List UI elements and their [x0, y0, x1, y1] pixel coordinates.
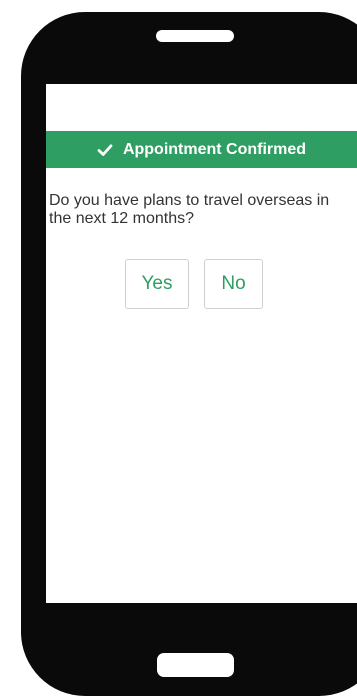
no-button[interactable]: No: [204, 259, 263, 309]
stage: Appointment Confirmed Do you have plans …: [0, 0, 357, 696]
speaker-slot: [156, 30, 234, 42]
check-icon: [97, 143, 113, 156]
question-text: Do you have plans to travel overseas in …: [49, 192, 330, 227]
confirmation-banner: Appointment Confirmed: [46, 131, 357, 168]
phone-screen: Appointment Confirmed Do you have plans …: [46, 84, 357, 603]
home-button[interactable]: [157, 653, 234, 677]
banner-text: Appointment Confirmed: [122, 140, 307, 158]
yes-button[interactable]: Yes: [125, 259, 189, 309]
